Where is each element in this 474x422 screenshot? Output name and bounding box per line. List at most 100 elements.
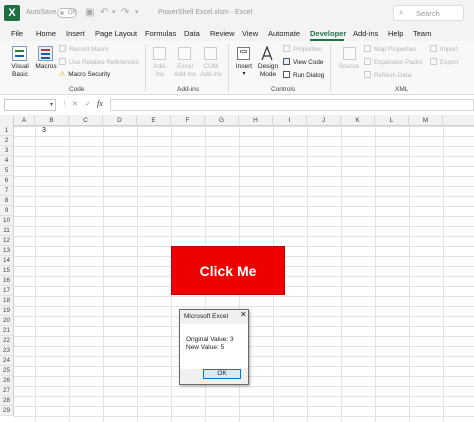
run-dialog-button[interactable]: Run Dialog xyxy=(283,71,324,80)
column-header-i[interactable]: I xyxy=(273,115,307,126)
enter-icon[interactable]: ✓ xyxy=(85,100,91,108)
macro-security-button[interactable]: ⚠ Macro Security xyxy=(59,71,110,79)
record-macro-button[interactable]: Record Macro xyxy=(59,45,109,54)
tab-file[interactable]: File xyxy=(11,29,23,39)
row-header-11[interactable]: 11 xyxy=(0,226,14,236)
customize-qat-icon[interactable]: ▾ xyxy=(135,7,139,19)
row-header-8[interactable]: 8 xyxy=(0,196,14,206)
search-placeholder: Search xyxy=(416,9,440,18)
insert-dropdown-icon[interactable]: ▾ xyxy=(232,71,256,79)
undo-icon[interactable]: ↶ xyxy=(100,7,108,19)
column-header-k[interactable]: K xyxy=(341,115,375,126)
source-button[interactable]: Source xyxy=(337,63,361,71)
design-mode-button[interactable]: Design Mode xyxy=(256,63,280,78)
add-ins-button[interactable]: Add- ins xyxy=(148,63,172,78)
row-header-4[interactable]: 4 xyxy=(0,156,14,166)
map-properties-button[interactable]: Map Properties xyxy=(364,45,417,54)
name-box[interactable]: ▾ xyxy=(4,99,56,111)
row-header-15[interactable]: 15 xyxy=(0,266,14,276)
export-button[interactable]: Export xyxy=(430,58,458,67)
autosave-state: Off xyxy=(68,10,76,16)
row-header-24[interactable]: 24 xyxy=(0,356,14,366)
cell-a1-value[interactable]: 3 xyxy=(42,127,52,134)
row-header-7[interactable]: 7 xyxy=(0,186,14,196)
row-header-19[interactable]: 19 xyxy=(0,306,14,316)
column-header-l[interactable]: L xyxy=(375,115,409,126)
cancel-icon[interactable]: ✕ xyxy=(72,100,78,108)
tab-view[interactable]: View xyxy=(242,29,258,39)
column-header-f[interactable]: F xyxy=(171,115,205,126)
excel-add-ins-button[interactable]: Excel Add-ins xyxy=(172,63,198,78)
dialog-ok-button[interactable]: OK xyxy=(203,369,241,379)
column-header-d[interactable]: D xyxy=(103,115,137,126)
column-header-c[interactable]: C xyxy=(69,115,103,126)
visual-basic-button[interactable]: Visual Basic xyxy=(8,63,32,78)
tab-insert[interactable]: Insert xyxy=(66,29,85,39)
row-header-26[interactable]: 26 xyxy=(0,376,14,386)
formula-input[interactable] xyxy=(110,99,474,111)
click-me-button[interactable]: Click Me xyxy=(171,246,285,295)
import-button[interactable]: Import xyxy=(430,45,458,54)
dialog-close-icon[interactable]: ✕ xyxy=(240,310,247,320)
row-header-16[interactable]: 16 xyxy=(0,276,14,286)
select-all-corner[interactable] xyxy=(0,115,14,126)
macros-button[interactable]: Macros xyxy=(34,63,58,71)
view-code-button[interactable]: View Code xyxy=(283,58,323,67)
column-header-j[interactable]: J xyxy=(307,115,341,126)
column-header-m[interactable]: M xyxy=(409,115,443,126)
warning-icon: ⚠ xyxy=(59,71,66,78)
row-header-25[interactable]: 25 xyxy=(0,366,14,376)
row-header-28[interactable]: 28 xyxy=(0,396,14,406)
save-icon[interactable]: ▣ xyxy=(85,7,94,19)
tab-developer[interactable]: Developer xyxy=(310,29,346,39)
row-header-21[interactable]: 21 xyxy=(0,326,14,336)
undo-dropdown-icon[interactable]: ▾ xyxy=(112,7,116,19)
row-header-18[interactable]: 18 xyxy=(0,296,14,306)
column-header-g[interactable]: G xyxy=(205,115,239,126)
insert-control-button[interactable]: Insert xyxy=(232,63,256,71)
map-properties-label: Map Properties xyxy=(374,46,417,53)
row-header-2[interactable]: 2 xyxy=(0,136,14,146)
tab-page-layout[interactable]: Page Layout xyxy=(95,29,137,39)
row-header-13[interactable]: 13 xyxy=(0,246,14,256)
tab-data[interactable]: Data xyxy=(184,29,200,39)
properties-button[interactable]: Properties xyxy=(283,45,322,54)
macros-icon xyxy=(38,46,53,61)
row-header-17[interactable]: 17 xyxy=(0,286,14,296)
row-header-6[interactable]: 6 xyxy=(0,176,14,186)
tab-home[interactable]: Home xyxy=(36,29,56,39)
row-header-12[interactable]: 12 xyxy=(0,236,14,246)
tab-help[interactable]: Help xyxy=(388,29,403,39)
row-header-1[interactable]: 1 xyxy=(0,126,14,136)
refresh-data-button[interactable]: Refresh Data xyxy=(364,71,411,80)
dialog-original-value: Original Value: 3 xyxy=(186,336,234,343)
tab-add-ins[interactable]: Add-ins xyxy=(353,29,378,39)
column-header-b[interactable]: B xyxy=(35,115,69,126)
tab-automate[interactable]: Automate xyxy=(268,29,300,39)
row-header-9[interactable]: 9 xyxy=(0,206,14,216)
name-box-dropdown-icon[interactable]: ▾ xyxy=(50,101,53,108)
search-input[interactable]: ⌕ Search xyxy=(393,5,464,21)
row-header-5[interactable]: 5 xyxy=(0,166,14,176)
com-add-ins-button[interactable]: COM Add-ins xyxy=(198,63,224,78)
row-header-22[interactable]: 22 xyxy=(0,336,14,346)
expansion-packs-button[interactable]: Expansion Packs xyxy=(364,58,422,67)
row-header-29[interactable]: 29 xyxy=(0,406,14,416)
row-header-3[interactable]: 3 xyxy=(0,146,14,156)
column-header-e[interactable]: E xyxy=(137,115,171,126)
refresh-data-label: Refresh Data xyxy=(374,72,412,79)
tab-review[interactable]: Review xyxy=(210,29,235,39)
import-icon xyxy=(430,45,437,52)
use-relative-references-button[interactable]: Use Relative References xyxy=(59,58,139,67)
insert-function-icon[interactable]: fx xyxy=(97,99,103,108)
tab-formulas[interactable]: Formulas xyxy=(145,29,176,39)
row-header-14[interactable]: 14 xyxy=(0,256,14,266)
row-header-10[interactable]: 10 xyxy=(0,216,14,226)
column-header-h[interactable]: H xyxy=(239,115,273,126)
column-header-a[interactable]: A xyxy=(14,115,35,126)
row-header-23[interactable]: 23 xyxy=(0,346,14,356)
row-header-27[interactable]: 27 xyxy=(0,386,14,396)
row-header-20[interactable]: 20 xyxy=(0,316,14,326)
redo-icon[interactable]: ↷ xyxy=(121,7,129,19)
tab-team[interactable]: Team xyxy=(413,29,431,39)
